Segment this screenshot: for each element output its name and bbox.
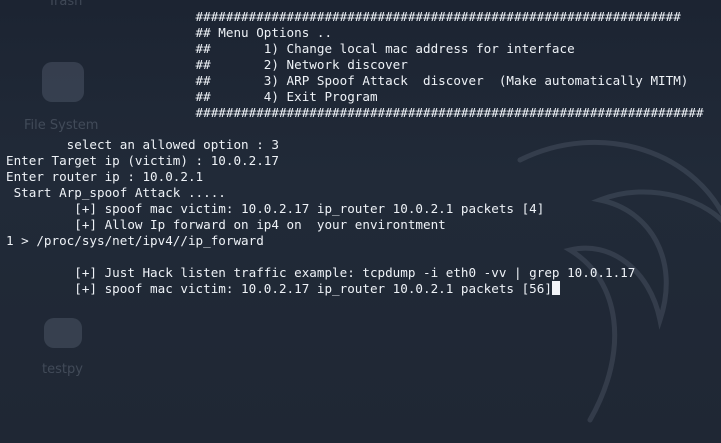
terminal-line: ########################################… bbox=[6, 9, 681, 24]
terminal-line: Enter Target ip (victim) : 10.0.2.17 bbox=[6, 153, 279, 168]
terminal-line: ## 3) ARP Spoof Attack discover (Make au… bbox=[6, 73, 689, 88]
terminal-line: ## 2) Network discover bbox=[6, 57, 408, 72]
terminal-line-text: [+] spoof mac victim: 10.0.2.17 ip_route… bbox=[6, 281, 552, 296]
terminal-line: select an allowed option : 3 bbox=[6, 137, 279, 152]
terminal-cursor bbox=[551, 281, 560, 295]
terminal-line: ## Menu Options .. bbox=[6, 25, 333, 40]
terminal-line: [+] Just Hack listen traffic example: tc… bbox=[6, 265, 636, 280]
terminal-line: 1 > /proc/sys/net/ipv4//ip_forward bbox=[6, 233, 264, 248]
terminal-line: Start Arp_spoof Attack ..... bbox=[6, 185, 226, 200]
terminal-line: ## 4) Exit Program bbox=[6, 89, 378, 104]
terminal-line: ########################################… bbox=[6, 105, 704, 120]
terminal-line: [+] Allow Ip forward on ip4 on your envi… bbox=[6, 217, 446, 232]
desktop-screen: Trash File System testpy ###############… bbox=[0, 0, 721, 443]
terminal-line: ## 1) Change local mac address for inter… bbox=[6, 41, 575, 56]
terminal-line: Enter router ip : 10.0.2.1 bbox=[6, 169, 204, 184]
terminal-line: [+] spoof mac victim: 10.0.2.17 ip_route… bbox=[6, 201, 545, 216]
terminal-line-current: [+] spoof mac victim: 10.0.2.17 ip_route… bbox=[6, 281, 560, 297]
terminal-output[interactable]: ########################################… bbox=[0, 0, 721, 443]
